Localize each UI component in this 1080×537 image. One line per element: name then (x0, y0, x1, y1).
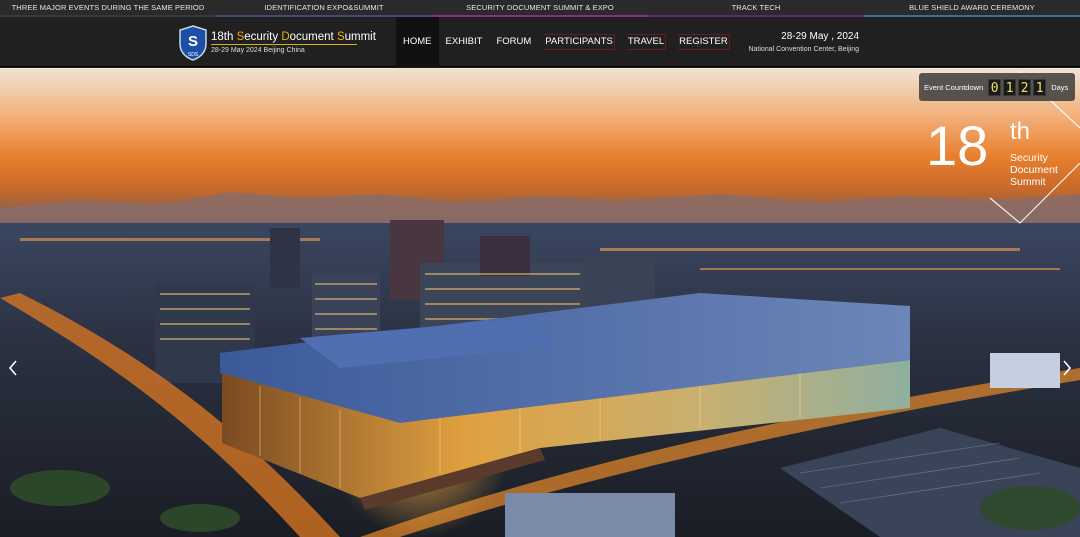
nav-forum[interactable]: FORUM (489, 17, 538, 67)
tab-track-tech[interactable]: TRACK TECH (648, 0, 864, 17)
title-underline (211, 44, 357, 45)
tab-security-document-summit[interactable]: SECURITY DOCUMENT SUMMIT & EXPO (432, 0, 648, 17)
chevron-left-icon[interactable] (6, 358, 20, 378)
site-title: 18th Security Document Summit (211, 31, 376, 43)
site-header: S SDS 18th Security Document Summit 28-2… (0, 17, 1080, 67)
event-strip: THREE MAJOR EVENTS DURING THE SAME PERIO… (0, 0, 1080, 17)
brand[interactable]: 18th Security Document Summit 28-29 May … (211, 31, 376, 54)
tab-blue-shield-award[interactable]: BLUE SHIELD AWARD CEREMONY (864, 0, 1080, 17)
badge-line-document: Document (1010, 164, 1058, 176)
nav-home[interactable]: HOME (396, 17, 439, 67)
nav-travel[interactable]: TRAVEL (621, 17, 672, 67)
event-info: 28-29 May , 2024 National Convention Cen… (748, 31, 859, 53)
chevron-right-icon[interactable] (1060, 358, 1074, 378)
countdown-label: Event Countdown (924, 82, 984, 92)
edition-suffix: th (1010, 118, 1031, 145)
tab-identification-expo[interactable]: IDENTIFICATION EXPO&SUMMIT (216, 0, 432, 17)
nav-exhibit[interactable]: EXHIBIT (439, 17, 490, 67)
main-nav: HOME EXHIBIT FORUM PARTICIPANTS TRAVEL R… (396, 17, 736, 67)
nav-register[interactable]: REGISTER (672, 17, 736, 67)
countdown-digit: 0 (988, 78, 1002, 96)
nav-participants[interactable]: PARTICIPANTS (538, 17, 621, 67)
hero-photo (0, 68, 1080, 537)
badge-line-summit: Summit (1010, 176, 1046, 188)
tab-three-major-events[interactable]: THREE MAJOR EVENTS DURING THE SAME PERIO… (0, 0, 216, 17)
countdown-digit: 1 (1033, 78, 1047, 96)
edition-number: 18 (926, 114, 989, 177)
event-dates: 28-29 May , 2024 (781, 31, 859, 42)
shield-logo-icon[interactable]: S SDS (178, 25, 208, 61)
countdown-digit: 2 (1018, 78, 1032, 96)
countdown-digit: 1 (1003, 78, 1017, 96)
hero-banner (0, 68, 1080, 537)
site-subtitle: 28-29 May 2024 Beijing China (211, 47, 305, 54)
edition-badge: 18 th Security Document Summit (920, 110, 1080, 222)
badge-line-security: Security (1010, 152, 1048, 164)
logo-text: SDS (188, 52, 199, 58)
svg-text:S: S (188, 33, 198, 50)
event-countdown: Event Countdown 0 1 2 1 Days (919, 73, 1075, 101)
countdown-unit: Days (1051, 82, 1069, 92)
countdown-digits: 0 1 2 1 (988, 78, 1048, 96)
event-venue: National Convention Center, Beijing (748, 46, 859, 53)
